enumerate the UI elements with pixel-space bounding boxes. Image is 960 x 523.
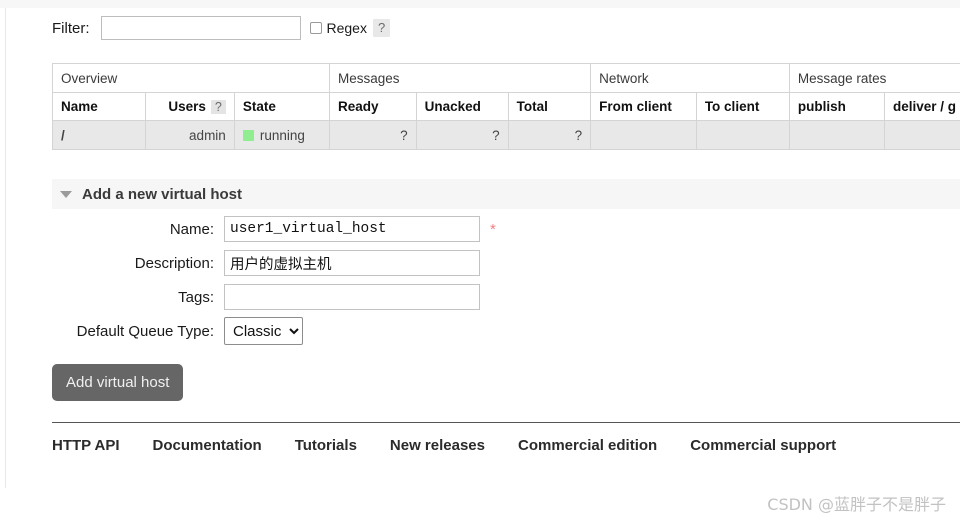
cell-unacked: ? [415,120,509,150]
cell-publish [788,120,886,150]
footer-link-documentation[interactable]: Documentation [153,437,262,454]
column-header-users-label: Users [168,99,206,114]
name-label: Name: [169,220,214,238]
column-header-from-client[interactable]: From client [590,92,697,121]
footer-link-new-releases[interactable]: New releases [390,437,485,454]
table-row[interactable]: / admin running ? ? ? [51,120,960,150]
footer-link-commercial-support[interactable]: Commercial support [690,437,836,454]
column-header-deliver-get[interactable]: deliver / g [884,92,960,121]
column-header-publish[interactable]: publish [788,92,886,121]
group-header-messages: Messages [328,63,592,93]
column-header-ready-label: Ready [337,99,379,114]
regex-label: Regex [326,20,367,36]
filter-input[interactable] [100,16,301,40]
cell-to-client [695,120,790,150]
cell-total: ? [507,120,592,150]
add-virtual-host-section-header[interactable]: Add a new virtual host [52,179,960,209]
add-virtual-host-button[interactable]: Add virtual host [52,364,184,401]
tags-input[interactable] [224,284,480,310]
column-header-to-client[interactable]: To client [695,92,790,121]
column-header-users[interactable]: Users? [145,92,235,121]
form-row-description: Description: [52,249,652,277]
default-queue-type-select[interactable]: Classic [224,317,303,345]
watermark: CSDN @蓝胖子不是胖子 [767,495,946,514]
form-row-name: Name: * [52,215,652,243]
users-help-icon[interactable]: ? [210,100,226,114]
virtual-hosts-page: Filter: Regex ? Overview Messages Networ [0,0,960,523]
group-header-message-rates: Message rates [788,63,960,93]
default-queue-type-label: Default Queue Type: [76,322,214,340]
cell-deliver-get [884,120,960,150]
form-row-default-queue-type: Default Queue Type: Classic [52,317,652,345]
footer-divider [52,422,960,423]
column-header-name-label: Name [61,99,98,114]
cell-ready: ? [328,120,417,150]
footer-link-http-api[interactable]: HTTP API [52,437,120,454]
column-header-unacked[interactable]: Unacked [415,92,509,121]
group-header-overview: Overview [52,63,330,93]
filter-row: Filter: Regex ? [52,14,391,42]
add-virtual-host-form: Name: * Description: Tags: Default Queue… [52,215,652,351]
cell-name[interactable]: / [51,120,147,150]
form-row-tags: Tags: [52,283,652,311]
column-header-total[interactable]: Total [507,92,592,121]
footer-link-tutorials[interactable]: Tutorials [295,437,357,454]
column-header-state-label: State [242,99,276,114]
column-header-ready[interactable]: Ready [328,92,417,121]
cell-from-client [590,120,697,150]
column-header-from-client-label: From client [599,99,672,114]
filter-label: Filter: [52,19,90,37]
description-label: Description: [134,254,214,272]
regex-checkbox[interactable] [309,22,322,34]
column-header-unacked-label: Unacked [424,99,481,114]
column-header-publish-label: publish [797,99,846,114]
regex-help-icon[interactable]: ? [372,19,391,37]
table-group-header-row: Overview Messages Network Message rates [52,63,960,93]
virtual-hosts-table: Overview Messages Network Message rates … [51,63,960,150]
column-header-deliver-get-label: deliver / g [893,99,957,114]
regex-option[interactable]: Regex ? [309,19,391,37]
column-header-to-client-label: To client [704,99,760,114]
table-column-header-row: Name Users? State Ready Unacked Total Fr… [51,92,960,121]
group-header-network: Network [590,63,790,93]
required-marker: * [490,220,496,238]
column-header-total-label: Total [516,99,548,114]
description-input[interactable] [224,250,480,276]
footer-links: HTTP API Documentation Tutorials New rel… [52,432,960,458]
footer-link-commercial-edition[interactable]: Commercial edition [518,437,657,454]
caret-down-icon[interactable] [60,190,72,198]
name-input[interactable] [224,216,480,242]
column-header-state[interactable]: State [233,92,330,121]
column-header-name[interactable]: Name [51,92,147,121]
cell-users: admin [145,120,235,150]
cell-state-label: running [259,127,305,143]
cell-state: running [233,120,330,150]
state-running-indicator-icon [242,129,254,141]
section-title: Add a new virtual host [82,185,243,203]
tags-label: Tags: [178,288,214,306]
